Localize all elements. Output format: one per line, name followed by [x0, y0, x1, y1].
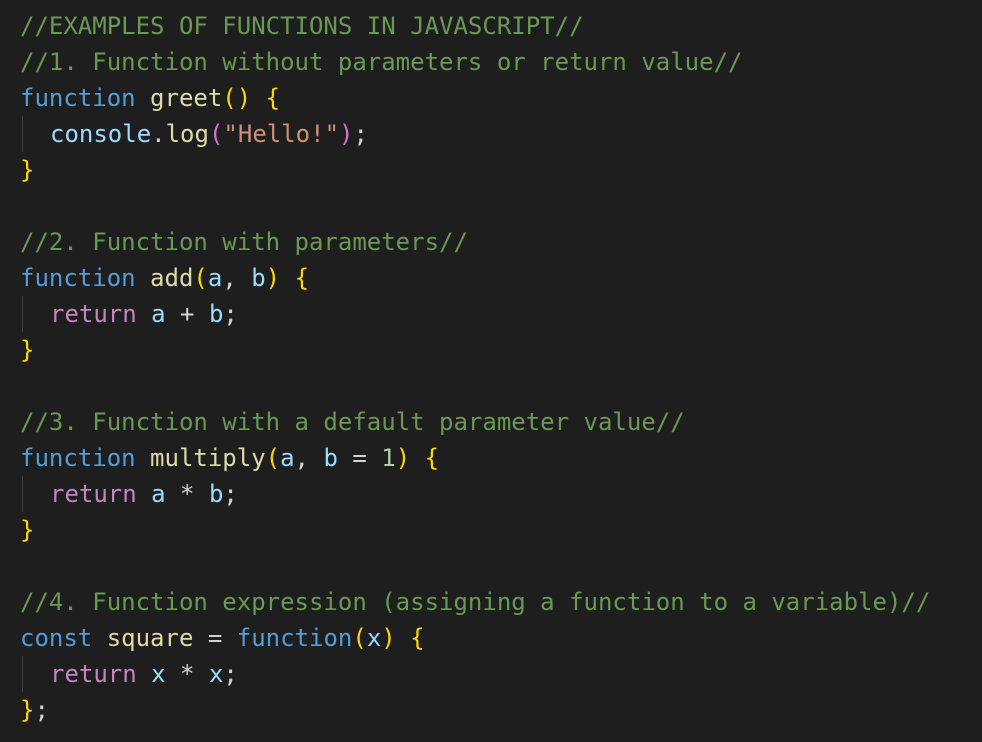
number-literal: 1 [381, 444, 396, 472]
code-line-9: return a + b; [20, 296, 970, 332]
param-x: x [366, 624, 382, 652]
method-log: log [165, 120, 209, 148]
operator: . [151, 120, 166, 148]
function-name-add: add [150, 264, 194, 292]
code-line-7: //2. Function with parameters// [20, 224, 970, 260]
operator: ; [223, 300, 238, 328]
code-line-8: function add(a, b) { [20, 260, 970, 296]
keyword-return: return [50, 300, 137, 328]
param-x: x [151, 660, 166, 688]
code-line-17: //4. Function expression (assigning a fu… [20, 584, 970, 620]
bracket: } [20, 696, 35, 724]
bracket: } [20, 336, 35, 364]
comment-example-2: //2. Function with parameters// [20, 228, 468, 256]
bracket: { [424, 444, 440, 472]
operator: ; [34, 696, 49, 724]
code-line-5: } [20, 152, 970, 188]
bracket: ( [193, 264, 208, 292]
operator: + [165, 300, 209, 328]
bracket: ) [395, 444, 411, 472]
param-b: b [208, 480, 224, 508]
bracket: ( [208, 120, 224, 148]
operator: = [337, 444, 382, 472]
operator: = [193, 624, 237, 652]
operator: ; [223, 480, 238, 508]
function-name-multiply: multiply [150, 444, 266, 472]
bracket: ) [381, 624, 396, 652]
param-x: x [208, 660, 224, 688]
bracket: () [222, 84, 252, 112]
code-line-10: } [20, 332, 970, 368]
comment-example-3: //3. Function with a default parameter v… [20, 408, 685, 436]
keyword-const: const [20, 624, 93, 652]
bracket: { [294, 264, 310, 292]
bracket: ( [265, 444, 281, 472]
comment-example-1: //1. Function without parameters or retu… [20, 48, 743, 76]
bracket: { [410, 624, 425, 652]
operator: * [165, 480, 209, 508]
param-a: a [280, 444, 295, 472]
keyword-function: function [236, 624, 353, 652]
string-hello: "Hello!" [223, 120, 340, 148]
code-line-12: //3. Function with a default parameter v… [20, 404, 970, 440]
code-line-1: //EXAMPLES OF FUNCTIONS IN JAVASCRIPT// [20, 8, 970, 44]
bracket: ) [339, 120, 354, 148]
param-b: b [251, 264, 266, 292]
code-line-19: return x * x; [20, 656, 970, 692]
bracket: } [20, 156, 35, 184]
function-name-greet: greet [150, 84, 223, 112]
code-line-3: function greet() { [20, 80, 970, 116]
param-b: b [208, 300, 224, 328]
operator: , [222, 264, 252, 292]
keyword-function: function [20, 84, 136, 112]
operator: ; [223, 660, 238, 688]
code-line-15: } [20, 512, 970, 548]
comment-title: //EXAMPLES OF FUNCTIONS IN JAVASCRIPT// [20, 12, 584, 40]
operator: , [294, 444, 324, 472]
bracket: } [20, 516, 35, 544]
code-line-18: const square = function(x) { [20, 620, 970, 656]
variable-square: square [106, 624, 194, 652]
bracket: ) [265, 264, 281, 292]
code-line-14: return a * b; [20, 476, 970, 512]
code-line-2: //1. Function without parameters or retu… [20, 44, 970, 80]
bracket: ( [352, 624, 367, 652]
param-a: a [151, 300, 166, 328]
keyword-function: function [20, 444, 136, 472]
code-line-4: console.log("Hello!"); [20, 116, 970, 152]
operator: ; [353, 120, 368, 148]
variable-console: console [50, 120, 152, 148]
param-a: a [207, 264, 223, 292]
keyword-return: return [50, 660, 137, 688]
param-a: a [151, 480, 166, 508]
code-line-20: }; [20, 692, 970, 728]
code-editor[interactable]: //EXAMPLES OF FUNCTIONS IN JAVASCRIPT// … [20, 8, 970, 728]
comment-example-4: //4. Function expression (assigning a fu… [20, 588, 931, 616]
operator: * [165, 660, 209, 688]
keyword-function: function [20, 264, 136, 292]
code-line-13: function multiply(a, b = 1) { [20, 440, 970, 476]
param-b: b [323, 444, 338, 472]
bracket: { [265, 84, 281, 112]
keyword-return: return [50, 480, 137, 508]
